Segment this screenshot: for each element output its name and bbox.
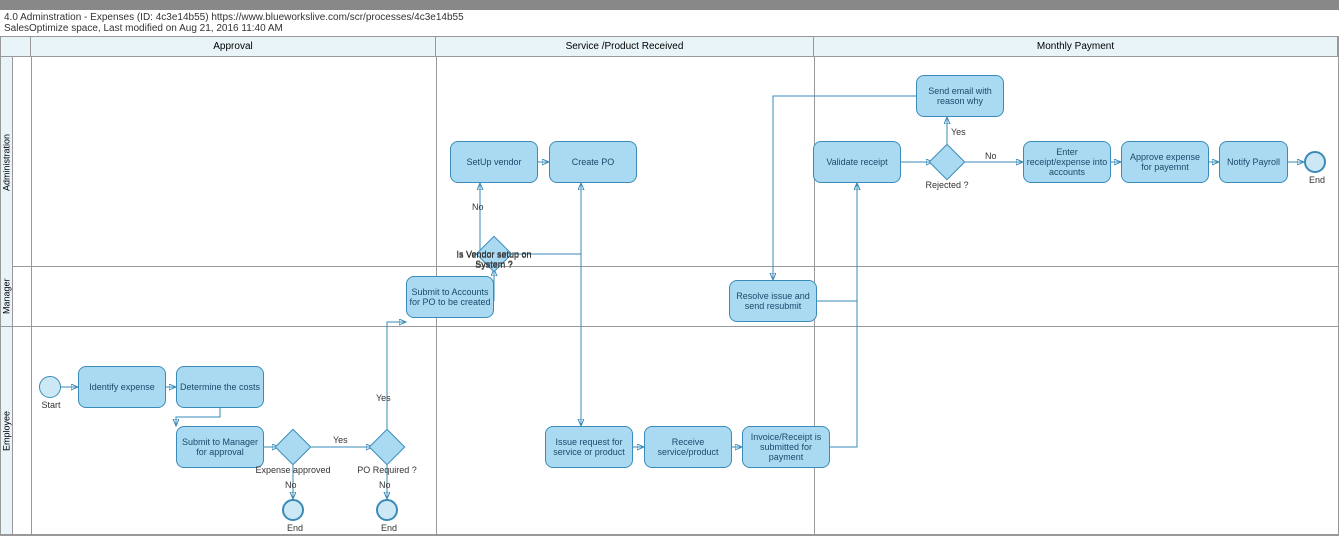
gw-rejected-label: Rejected ? xyxy=(897,180,997,190)
lane-manager: Manager xyxy=(1,267,12,327)
phase-service: Service /Product Received xyxy=(436,37,814,56)
task-identify[interactable]: Identify expense xyxy=(78,366,166,408)
task-determine[interactable]: Determine the costs xyxy=(176,366,264,408)
end-label-1: End xyxy=(283,523,307,533)
edge-yes-2: Yes xyxy=(376,393,391,403)
task-resolve[interactable]: Resolve issue and send resubmit xyxy=(729,280,817,322)
edge-no-3: No xyxy=(472,202,484,212)
task-validate[interactable]: Validate receipt xyxy=(813,141,901,183)
edge-no-1: No xyxy=(285,480,297,490)
start-label: Start xyxy=(39,400,63,410)
lane-employee: Employee xyxy=(1,327,12,535)
task-approve-exp[interactable]: Approve expense for payemnt xyxy=(1121,141,1209,183)
end-label-2: End xyxy=(377,523,401,533)
gw-po-required-label: PO Required ? xyxy=(337,465,437,475)
task-submit-acc[interactable]: Submit to Accounts for PO to be created xyxy=(406,276,494,318)
task-create-po[interactable]: Create PO xyxy=(549,141,637,183)
lane-bg-manager xyxy=(13,267,1338,327)
start-event[interactable] xyxy=(39,376,61,398)
topbar xyxy=(0,0,1339,10)
end-label-3: End xyxy=(1305,175,1329,185)
end-event-1[interactable] xyxy=(282,499,304,521)
header-info: 4.0 Adminstration - Expenses (ID: 4c3e14… xyxy=(0,10,1339,36)
bpmn-diagram[interactable]: Approval Service /Product Received Month… xyxy=(0,36,1339,536)
header-title: 4.0 Adminstration - Expenses (ID: 4c3e14… xyxy=(4,12,1335,23)
header-subtitle: SalesOptimize space, Last modified on Au… xyxy=(4,23,1335,34)
task-issue-req[interactable]: Issue request for service or product xyxy=(545,426,633,468)
task-notify[interactable]: Notify Payroll xyxy=(1219,141,1288,183)
lane-labels: Administration Manager Employee xyxy=(1,57,13,535)
end-event-2[interactable] xyxy=(376,499,398,521)
task-receive[interactable]: Receive service/product xyxy=(644,426,732,468)
canvas[interactable]: Start Identify expense Determine the cos… xyxy=(13,57,1338,535)
phase-border-1 xyxy=(31,57,32,535)
task-submit-mgr[interactable]: Submit to Manager for approval xyxy=(176,426,264,468)
gw-vendor-setup-label2: Is Vendor setup on System ? xyxy=(444,250,544,270)
gw-expense-approved-label: Expense approved xyxy=(243,465,343,475)
edge-yes-3: Yes xyxy=(951,127,966,137)
edge-no-2: No xyxy=(379,480,391,490)
task-invoice[interactable]: Invoice/Receipt is submitted for payment xyxy=(742,426,830,468)
edge-yes-1: Yes xyxy=(333,435,348,445)
lane-admin: Administration xyxy=(1,57,12,267)
swimlanes: Administration Manager Employee xyxy=(1,57,1338,535)
phase-approval: Approval xyxy=(31,37,436,56)
task-enter-receipt[interactable]: Enter receipt/expense into accounts xyxy=(1023,141,1111,183)
phase-payment: Monthly Payment xyxy=(814,37,1338,56)
end-event-3[interactable] xyxy=(1304,151,1326,173)
task-setup-vendor[interactable]: SetUp vendor xyxy=(450,141,538,183)
edge-no-4: No xyxy=(985,151,997,161)
phase-spacer xyxy=(1,37,31,56)
phase-headers: Approval Service /Product Received Month… xyxy=(1,37,1338,57)
task-send-email[interactable]: Send email with reason why xyxy=(916,75,1004,117)
